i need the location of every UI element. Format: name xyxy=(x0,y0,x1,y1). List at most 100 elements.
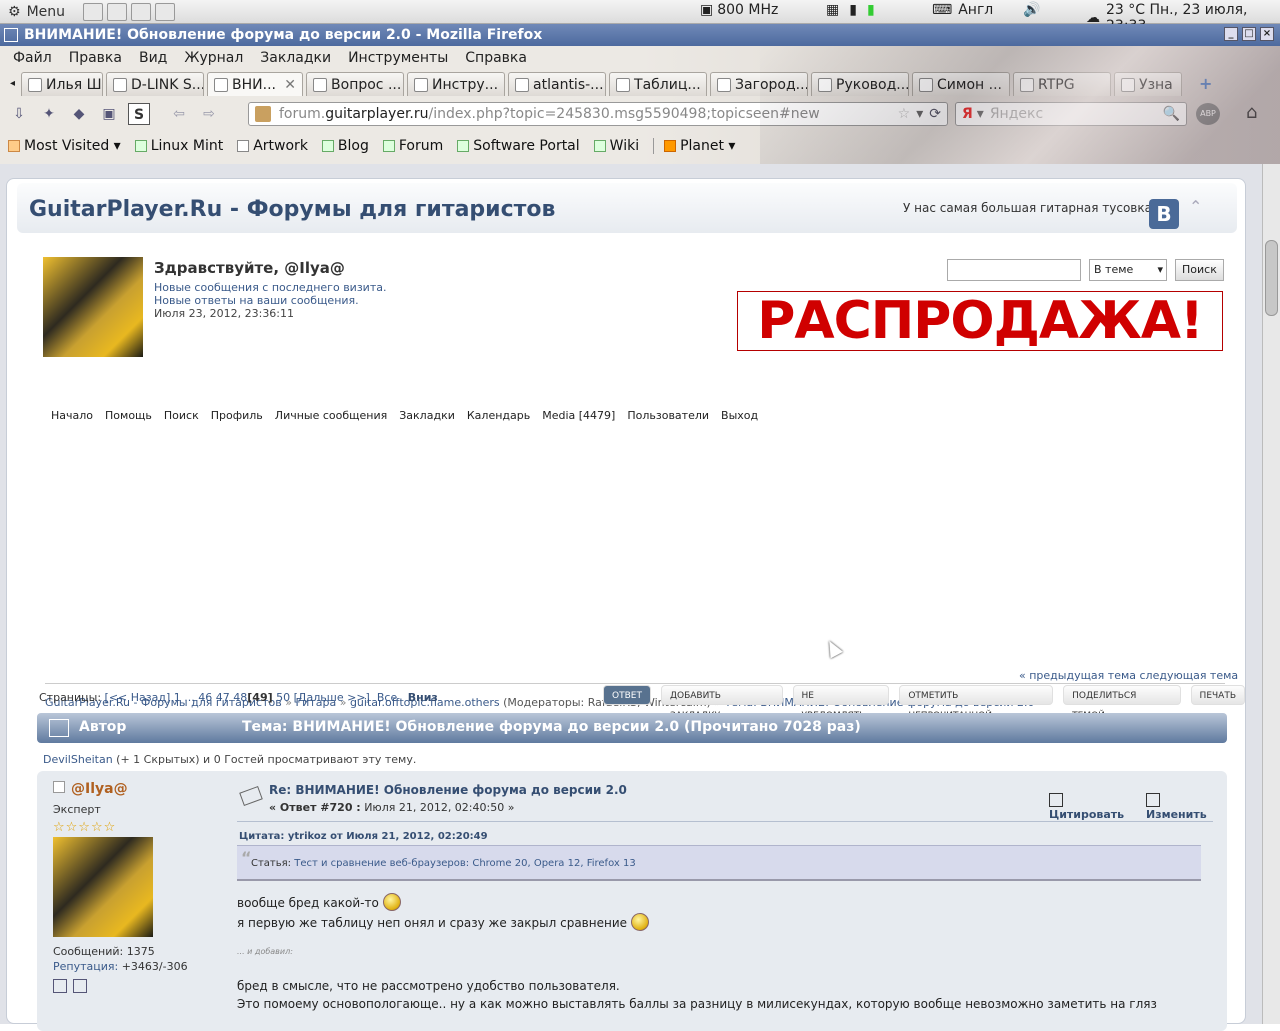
post-subject[interactable]: Re: ВНИМАНИЕ! Обновление форума до верси… xyxy=(269,783,627,797)
forum-search-button[interactable]: Поиск xyxy=(1175,259,1224,281)
menu-profile[interactable]: Профиль xyxy=(211,409,263,422)
volume-icon[interactable]: 🔊 xyxy=(1023,2,1040,18)
reply-button[interactable]: ОТВЕТ xyxy=(603,685,651,705)
page-47[interactable]: 47 xyxy=(216,691,230,704)
bookmark-artwork[interactable]: Artwork xyxy=(237,138,308,154)
viewer-user-link[interactable]: DevilSheitan xyxy=(43,753,113,766)
site-title[interactable]: GuitarPlayer.Ru - Форумы для гитаристов xyxy=(29,197,555,222)
battery-icon[interactable]: ▮ xyxy=(867,2,875,18)
search-icon[interactable]: 🔍 xyxy=(1163,106,1180,122)
forum-search-input[interactable] xyxy=(947,259,1081,281)
window-titlebar[interactable]: ВНИМАНИЕ! Обновление форума до версии 2.… xyxy=(0,24,1280,46)
url-bar[interactable]: forum. guitarplayer.ru/index.php?topic=24… xyxy=(248,102,948,126)
tab-9[interactable]: Руковод... xyxy=(811,72,910,96)
tab-12[interactable]: Узна xyxy=(1114,72,1183,96)
menu-help[interactable]: Справка xyxy=(458,50,537,66)
menu-edit[interactable]: Правка xyxy=(62,50,132,66)
vk-icon[interactable]: B xyxy=(1149,199,1179,229)
tab-close-icon[interactable]: ✕ xyxy=(284,77,296,93)
forward-icon[interactable]: ⇨ xyxy=(198,103,220,125)
download-icon[interactable]: ⇩ xyxy=(8,103,30,125)
edit-button[interactable]: Изменить xyxy=(1146,793,1213,821)
bookmark-most-visited[interactable]: Most Visited ▾ xyxy=(8,138,121,154)
bookmark-wiki[interactable]: Wiki xyxy=(593,138,639,154)
keyboard-layout[interactable]: ⌨ Англ 🔊 xyxy=(932,2,1041,18)
print-button[interactable]: ПЕЧАТЬ xyxy=(1190,685,1245,705)
menu-logout[interactable]: Выход xyxy=(721,409,758,422)
bookmark-software-portal[interactable]: Software Portal xyxy=(457,138,580,154)
menu-tools[interactable]: Инструменты xyxy=(341,50,458,66)
quote-article-link[interactable]: Тест и сравнение веб-браузеров: Chrome 2… xyxy=(294,858,635,869)
tab-11[interactable]: RTPG xyxy=(1013,72,1112,96)
workspace-switcher-icon[interactable]: ▦ xyxy=(826,2,839,18)
quote-header[interactable]: Цитата: ytrikoz от Июля 21, 2012, 02:20:… xyxy=(239,831,488,842)
page-scrollbar[interactable] xyxy=(1262,164,1280,1024)
bookmark-star-icon[interactable]: ☆ xyxy=(898,106,911,122)
profile-icon[interactable] xyxy=(53,979,67,993)
folder-icon[interactable] xyxy=(107,2,128,21)
menu-media[interactable]: Media [4479] xyxy=(542,409,615,422)
menu-pm[interactable]: Личные сообщения xyxy=(275,409,387,422)
menu-bookmarks[interactable]: Закладки xyxy=(399,409,455,422)
go-down-link[interactable]: Вниз xyxy=(408,691,438,704)
page-46[interactable]: 46 xyxy=(198,691,212,704)
reload-icon[interactable]: ⟳ xyxy=(929,106,941,122)
tab-8[interactable]: Загород... xyxy=(710,72,809,96)
poster-name[interactable]: @Ilya@ xyxy=(53,781,223,797)
bookmark-forum[interactable]: Forum xyxy=(382,138,443,154)
mint-menu-button[interactable]: ⚙ Menu xyxy=(0,4,65,20)
tab-7[interactable]: Таблиц... xyxy=(609,72,708,96)
collapse-header-icon[interactable]: ⌃ xyxy=(1189,197,1202,216)
new-replies-link[interactable]: Новые ответы на ваши сообщения. xyxy=(154,294,359,307)
menu-home[interactable]: Начало xyxy=(51,409,93,422)
back-icon[interactable]: ⇦ xyxy=(168,103,190,125)
network-signal-icon[interactable]: ▮ xyxy=(849,2,857,18)
unnotify-button[interactable]: НЕ УВЕДОМЛЯТЬ xyxy=(792,685,890,721)
addon-icon[interactable]: ✦ xyxy=(38,103,60,125)
tab-10[interactable]: Симон ... xyxy=(912,72,1011,96)
search-engine-dropdown-icon[interactable]: ▾ xyxy=(977,106,984,122)
tab-1[interactable]: Илья Ш... xyxy=(21,72,104,96)
add-bookmark-button[interactable]: ДОБАВИТЬ ЗАКЛАДКУ xyxy=(660,685,783,721)
url-dropdown-icon[interactable]: ▾ xyxy=(916,106,923,122)
page-next[interactable]: [Дальше >>] xyxy=(294,691,370,704)
sync-icon[interactable]: ◆ xyxy=(68,103,90,125)
share-topic-button[interactable]: ПОДЕЛИТЬСЯ ТЕМОЙ xyxy=(1063,685,1181,721)
page-1[interactable]: 1 xyxy=(174,691,181,704)
close-icon[interactable]: × xyxy=(1260,27,1274,41)
page-all[interactable]: Все xyxy=(377,691,397,704)
menu-bookmarks[interactable]: Закладки xyxy=(253,50,341,66)
reputation-label[interactable]: Репутация: xyxy=(53,960,118,973)
page-50[interactable]: 50 xyxy=(276,691,290,704)
tab-2[interactable]: D-LINK S... xyxy=(106,72,205,96)
settings-icon[interactable] xyxy=(155,2,176,21)
menu-search[interactable]: Поиск xyxy=(164,409,199,422)
bookmark-linux-mint[interactable]: Linux Mint xyxy=(134,138,223,154)
new-tab-icon[interactable]: + xyxy=(1199,74,1212,93)
bookmark-planet[interactable]: Planet ▾ xyxy=(653,138,735,154)
search-box[interactable]: Я ▾ Яндекс 🔍 xyxy=(955,102,1187,126)
menu-calendar[interactable]: Календарь xyxy=(467,409,530,422)
new-posts-link[interactable]: Новые сообщения с последнего визита. xyxy=(154,281,386,294)
menu-history[interactable]: Журнал xyxy=(177,50,253,66)
maximize-icon[interactable]: □ xyxy=(1242,27,1256,41)
minimize-icon[interactable]: _ xyxy=(1224,27,1238,41)
page-48[interactable]: 48 xyxy=(233,691,247,704)
s-addon-icon[interactable]: S xyxy=(128,103,150,125)
cpu-frequency[interactable]: ▣ 800 MHz xyxy=(700,2,778,18)
bookmark-blog[interactable]: Blog xyxy=(321,138,369,154)
show-desktop-icon[interactable] xyxy=(83,2,104,21)
menu-members[interactable]: Пользователи xyxy=(627,409,709,422)
scrollbar-thumb[interactable] xyxy=(1265,240,1278,316)
page-dots[interactable]: ... xyxy=(184,691,195,704)
tab-active[interactable]: ВНИ... ✕ xyxy=(207,72,304,96)
sale-banner[interactable]: РАСПРОДАЖА! xyxy=(737,291,1223,351)
tab-6[interactable]: atlantis-... xyxy=(508,72,607,96)
menu-view[interactable]: Вид xyxy=(132,50,177,66)
screenshot-icon[interactable]: ▣ xyxy=(98,103,120,125)
tab-4[interactable]: Вопрос ... xyxy=(306,72,405,96)
page-back[interactable]: [<< Назад] xyxy=(105,691,171,704)
adblock-icon[interactable]: ABP xyxy=(1196,103,1220,125)
quote-button[interactable]: Цитировать xyxy=(1049,793,1128,821)
search-scope-select[interactable]: В теме xyxy=(1089,259,1167,281)
